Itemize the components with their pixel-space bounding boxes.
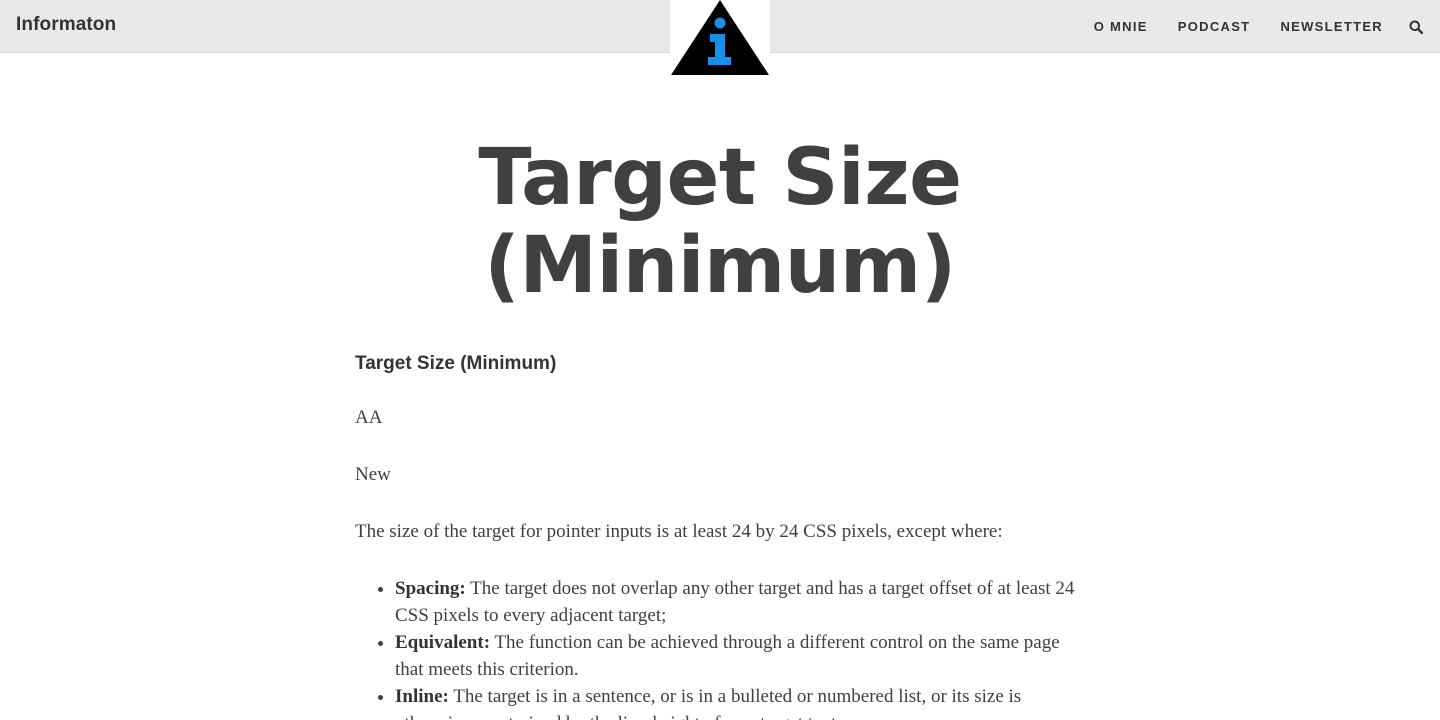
info-triangle-icon[interactable] xyxy=(670,0,770,77)
search-icon[interactable] xyxy=(1409,20,1423,34)
list-item: Inline: The target is in a sentence, or … xyxy=(395,683,1085,720)
main-nav: O MNIE PODCAST NEWSLETTER xyxy=(1094,0,1440,53)
nav-link-podcast[interactable]: PODCAST xyxy=(1178,19,1251,34)
site-title-link[interactable]: Informaton xyxy=(16,14,116,36)
article-content: Target Size (Minimum) AA New The size of… xyxy=(355,350,1085,720)
exception-text: The target does not overlap any other ta… xyxy=(395,578,1075,626)
page-title: Target Size (Minimum) xyxy=(0,134,1440,310)
nav-link-o-mnie[interactable]: O MNIE xyxy=(1094,19,1148,34)
exception-term: Inline: xyxy=(395,686,449,707)
list-item: Spacing: The target does not overlap any… xyxy=(395,575,1085,629)
exception-text: The function can be achieved through a d… xyxy=(395,632,1060,680)
page-title-line-1: Target Size xyxy=(478,133,962,223)
criterion-intro: The size of the target for pointer input… xyxy=(355,521,1003,542)
exception-term: Equivalent: xyxy=(395,632,491,653)
list-item: Equivalent: The function can be achieved… xyxy=(395,629,1085,683)
conformance-level: AA xyxy=(355,407,383,428)
nav-link-newsletter[interactable]: NEWSLETTER xyxy=(1280,19,1383,34)
exception-term: Spacing: xyxy=(395,578,466,599)
site-header: Informaton O MNIE PODCAST NEWSLETTER xyxy=(0,0,1440,77)
criterion-heading: Target Size (Minimum) xyxy=(355,353,557,374)
page-title-line-2: (Minimum) xyxy=(484,221,956,311)
exceptions-list: Spacing: The target does not overlap any… xyxy=(355,575,1085,720)
criterion-status: New xyxy=(355,464,391,485)
exception-text: The target is in a sentence, or is in a … xyxy=(395,686,1022,720)
